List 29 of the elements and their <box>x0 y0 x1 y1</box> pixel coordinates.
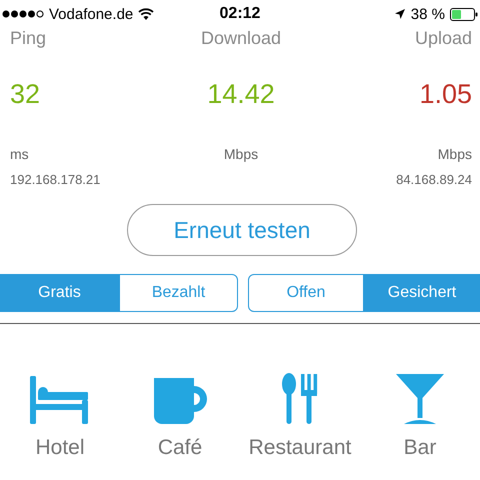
segment-option[interactable]: Gratis <box>0 274 119 312</box>
stat-value: 1.05 <box>419 78 472 111</box>
stat-label: Ping <box>10 28 46 50</box>
stat-label: Upload <box>414 28 472 50</box>
clock-time: 02:12 <box>220 5 260 22</box>
segment-option[interactable]: Offen <box>248 274 364 312</box>
stat-value: 32 <box>10 78 40 111</box>
segment-option[interactable]: Bezahlt <box>119 274 238 312</box>
cocktail-glass-icon[interactable] <box>394 372 446 426</box>
spoon-fork-icon[interactable] <box>281 372 319 426</box>
carrier-name: Vodafone.de <box>49 6 134 22</box>
unit-label: Mbps <box>438 146 472 164</box>
stat-label: Download <box>200 28 282 50</box>
segment-option[interactable]: Gesichert <box>364 274 480 312</box>
wifi-icon <box>138 8 154 20</box>
location-arrow-icon <box>394 8 406 20</box>
category-label[interactable]: Bar <box>404 436 436 460</box>
stat-value: 14.42 <box>207 78 275 111</box>
unit-label: ms <box>10 146 29 164</box>
battery-icon <box>450 8 478 20</box>
unit-label: Mbps <box>224 146 258 164</box>
category-label[interactable]: Hotel <box>35 436 85 460</box>
category-label[interactable]: Restaurant <box>248 436 352 460</box>
category-label[interactable]: Café <box>158 436 202 460</box>
ip-address: 84.168.89.24 <box>396 172 472 189</box>
battery-percent: 38 % <box>410 6 445 22</box>
ip-address: 192.168.178.21 <box>10 172 100 189</box>
retest-button[interactable]: Erneut testen <box>127 204 357 256</box>
signal-icon <box>2 10 44 18</box>
